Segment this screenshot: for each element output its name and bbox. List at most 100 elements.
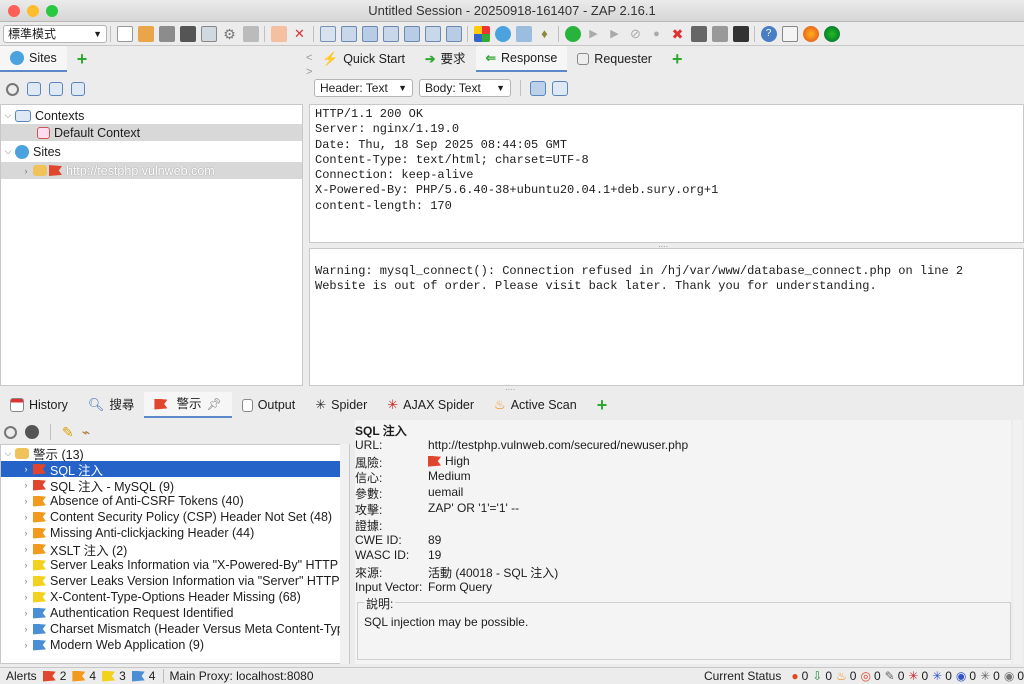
close-window-button[interactable] <box>8 5 20 17</box>
chevron-down-icon[interactable]: ⌵ <box>1 448 15 459</box>
tab-search[interactable]: 🔍︎ 搜尋 <box>78 392 145 418</box>
break-response-icon[interactable]: ● <box>649 26 665 42</box>
hud-icon[interactable] <box>823 25 840 42</box>
chevron-right-icon[interactable]: › <box>19 560 33 570</box>
alert-item[interactable]: › SQL 注入 - MySQL (9) <box>1 477 349 494</box>
pin-icon[interactable]: 📌︎ <box>206 391 221 417</box>
alert-item[interactable]: › Server Leaks Information via "X-Powered… <box>1 557 350 573</box>
show-tab-icon[interactable] <box>270 25 287 42</box>
alert-item[interactable]: › Server Leaks Version Information via "S… <box>1 573 350 589</box>
chevron-right-icon[interactable]: › <box>19 496 33 506</box>
add-tab-button[interactable]: + <box>662 46 693 72</box>
tab-output[interactable]: Output <box>232 392 306 418</box>
alert-item[interactable]: › X-Content-Type-Options Header Missing (… <box>1 589 349 605</box>
response-body-panel[interactable]: Warning: mysql_connect(): Connection ref… <box>309 248 1024 386</box>
chevron-right-icon[interactable]: › <box>19 544 33 554</box>
body-view-select[interactable]: Body: Text ▼ <box>419 79 511 97</box>
add-breakpoint-icon[interactable]: ✖ <box>670 26 686 42</box>
layout-bottom-icon[interactable] <box>403 25 420 42</box>
tree-node-default-context[interactable]: Default Context <box>1 124 302 141</box>
alert-item[interactable]: › Absence of Anti-CSRF Tokens (40) <box>1 493 349 509</box>
tab-ajax-spider[interactable]: ✳ AJAX Spider <box>377 392 484 418</box>
chevron-right-icon[interactable]: › <box>19 608 33 618</box>
tab-response[interactable]: ⇐ Response <box>475 46 568 72</box>
globe-icon[interactable] <box>494 25 511 42</box>
save-icon[interactable] <box>158 25 175 42</box>
open-folder-icon[interactable] <box>137 25 154 42</box>
tab-requester[interactable]: Requester <box>567 46 662 72</box>
tab-spider[interactable]: ✳ Spider <box>305 392 377 418</box>
add-tab-button[interactable]: + <box>587 392 618 418</box>
response-headers-panel[interactable]: HTTP/1.1 200 OK Server: nginx/1.19.0 Date:… <box>309 104 1024 243</box>
tab-request[interactable]: ➔ 要求 <box>415 46 476 72</box>
tab-active-scan[interactable]: ♨ Active Scan <box>484 392 587 418</box>
chevron-down-icon[interactable]: ⌵ <box>1 146 15 157</box>
chevron-right-icon[interactable]: › <box>19 576 33 586</box>
scan-policy-icon[interactable] <box>473 25 490 42</box>
filter-icon[interactable] <box>25 425 39 439</box>
chevron-right-icon[interactable]: › <box>19 528 33 538</box>
chevron-right-icon[interactable]: › <box>19 480 33 490</box>
flame-icon: ♨ <box>494 397 506 412</box>
snapshot-icon[interactable] <box>179 25 196 42</box>
tree-node-site[interactable]: › http://testphp.vulnweb.com <box>1 162 302 179</box>
layout-full-icon[interactable] <box>361 25 378 42</box>
session-properties-icon[interactable] <box>200 25 217 42</box>
tab-quick-start[interactable]: ⚡ Quick Start <box>312 46 415 72</box>
passive-scan-icon[interactable] <box>515 25 532 42</box>
header-view-select[interactable]: Header: Text ▼ <box>314 79 413 97</box>
layout-expand-icon[interactable] <box>319 25 336 42</box>
alert-item[interactable]: › XSLT 注入 (2) <box>1 541 349 558</box>
chevron-right-icon[interactable]: › <box>19 464 33 474</box>
export-context-icon[interactable] <box>71 82 85 96</box>
alert-item[interactable]: › Content Security Policy (CSP) Header No… <box>1 509 349 525</box>
chevron-right-icon[interactable]: › <box>19 640 33 650</box>
new-context-icon[interactable] <box>27 82 41 96</box>
chevron-right-icon[interactable]: › <box>19 624 33 634</box>
tab-alerts[interactable]: 警示 📌︎ <box>144 391 232 418</box>
minimize-window-button[interactable] <box>27 5 39 17</box>
split-vertical-icon[interactable] <box>530 80 546 96</box>
target-icon[interactable] <box>6 82 19 96</box>
lightbulb-icon[interactable]: ♦ <box>537 26 553 42</box>
terminal-icon[interactable] <box>732 25 749 42</box>
layout-right-icon[interactable] <box>445 25 462 42</box>
new-session-icon[interactable] <box>116 25 133 42</box>
remove-tab-icon[interactable]: ✕ <box>292 26 308 42</box>
alert-item[interactable]: › Modern Web Application (9) <box>1 637 349 653</box>
tree-node-contexts[interactable]: ⌵ Contexts <box>1 107 302 124</box>
tab-history[interactable]: History <box>0 392 78 418</box>
alert-item[interactable]: › Charset Mismatch (Header Versus Meta Co… <box>1 621 349 637</box>
import-context-icon[interactable] <box>49 82 63 96</box>
broom-icon[interactable]: ⌁ <box>82 424 90 441</box>
break-icon[interactable] <box>564 25 581 42</box>
tree-node-sites[interactable]: ⌵ Sites <box>1 143 302 160</box>
manual-request-icon[interactable] <box>690 25 707 42</box>
fuzz-icon[interactable] <box>711 25 728 42</box>
firefox-icon[interactable] <box>802 25 819 42</box>
layout-split-icon[interactable] <box>382 25 399 42</box>
step-icon[interactable]: ▶︎ <box>586 26 602 42</box>
layout-tabs-icon[interactable] <box>340 25 357 42</box>
chevron-down-icon[interactable]: ⌵ <box>1 110 15 121</box>
drop-icon[interactable]: ⊘ <box>628 26 644 42</box>
target-icon[interactable] <box>4 425 17 439</box>
layout-side-icon[interactable] <box>424 25 441 42</box>
notes-icon[interactable] <box>781 25 798 42</box>
chevron-right-icon[interactable]: › <box>19 592 33 602</box>
pencil-icon[interactable]: ✎ <box>62 424 74 441</box>
detail-scrollbar[interactable] <box>1013 420 1022 664</box>
zoom-window-button[interactable] <box>46 5 58 17</box>
gear-icon[interactable]: ⚙ <box>222 26 238 42</box>
continue-icon[interactable]: ▶ <box>607 26 623 42</box>
chevron-right-icon[interactable]: › <box>19 512 33 522</box>
add-tab-button[interactable]: + <box>67 46 98 72</box>
help-icon[interactable]: ? <box>760 25 777 42</box>
split-horizontal-icon[interactable] <box>552 80 568 96</box>
tab-sites[interactable]: Sites <box>0 46 67 72</box>
alert-item[interactable]: › Authentication Request Identified <box>1 605 349 621</box>
mode-select[interactable]: 標準模式 ▼ <box>3 24 107 43</box>
alerts-scrollbar[interactable] <box>340 444 349 664</box>
export-icon[interactable] <box>242 25 259 42</box>
chevron-right-icon[interactable]: › <box>19 166 33 176</box>
